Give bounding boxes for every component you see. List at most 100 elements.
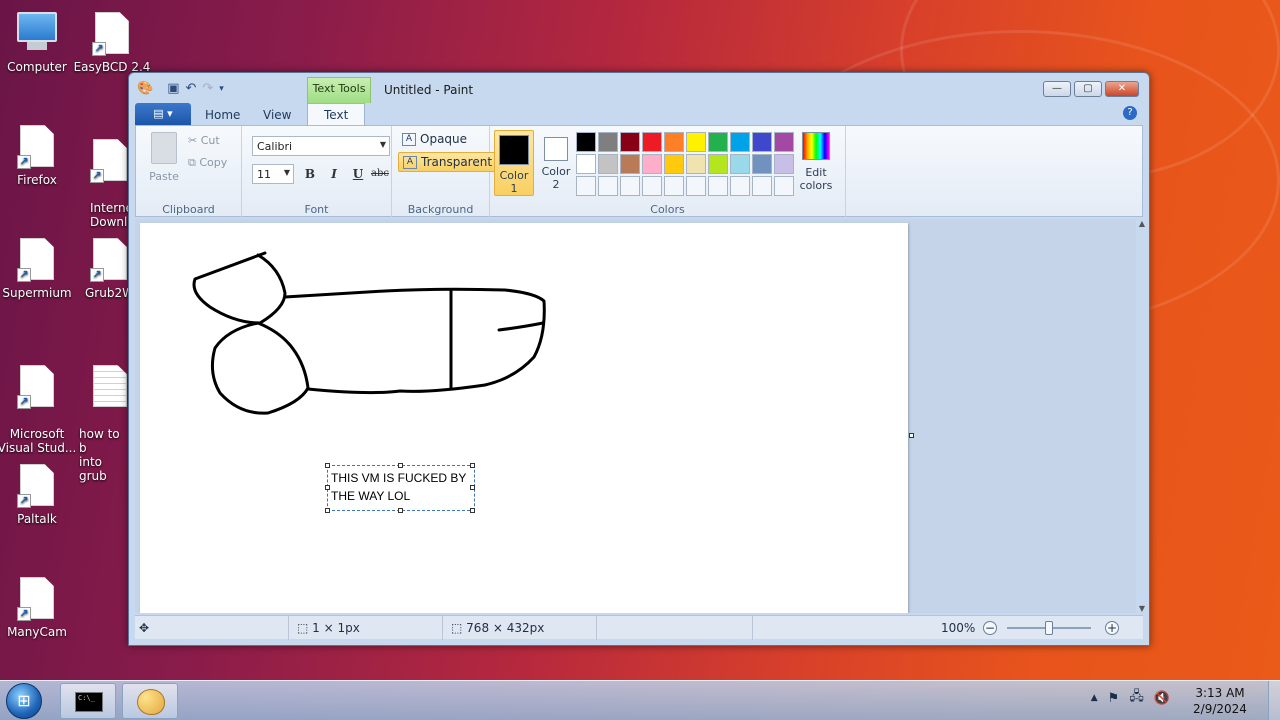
italic-button[interactable]: I [324, 164, 344, 184]
palette-swatch[interactable] [598, 154, 618, 174]
color1-button[interactable]: Color 1 [494, 130, 534, 196]
palette-swatch[interactable] [598, 176, 618, 196]
resize-handle[interactable] [398, 463, 403, 468]
bold-button[interactable]: B [300, 164, 320, 184]
palette-swatch[interactable] [642, 132, 662, 152]
title-bar[interactable]: 🎨 ▣ ↶ ↷ ▾ Text Tools Untitled - Paint — … [129, 73, 1149, 103]
cut-label: Cut [200, 134, 220, 147]
palette-swatch[interactable] [576, 176, 596, 196]
tab-view[interactable]: View [263, 106, 291, 125]
taskbar-cmd-button[interactable]: C:\_ [60, 683, 116, 719]
desktop-icon-computer[interactable]: Computer [0, 12, 77, 74]
resize-handle[interactable] [325, 463, 330, 468]
palette-swatch[interactable] [642, 154, 662, 174]
palette-swatch[interactable] [686, 176, 706, 196]
font-size-select[interactable]: 11 ▼ [252, 164, 294, 184]
palette-swatch[interactable] [730, 154, 750, 174]
zoom-slider-thumb[interactable] [1045, 621, 1053, 635]
tab-home[interactable]: Home [205, 106, 240, 125]
zoom-out-button[interactable]: − [983, 621, 997, 635]
palette-swatch[interactable] [752, 176, 772, 196]
palette-swatch[interactable] [774, 132, 794, 152]
scroll-down-icon[interactable]: ▼ [1135, 604, 1149, 613]
start-button[interactable]: ⊞ [6, 683, 42, 719]
resize-handle[interactable] [325, 485, 330, 490]
quick-access-toolbar: 🎨 ▣ ↶ ↷ ▾ [137, 81, 224, 96]
palette-swatch[interactable] [774, 154, 794, 174]
file-shortcut-icon: ↗ [90, 238, 128, 282]
desktop-icon-paltalk[interactable]: ↗ Paltalk [0, 464, 77, 526]
palette-swatch[interactable] [708, 154, 728, 174]
resize-handle[interactable] [470, 485, 475, 490]
paste-button[interactable]: Paste [144, 130, 184, 183]
clock[interactable]: 3:13 AM 2/9/2024 [1190, 685, 1250, 717]
desktop-icon-how-to-grub[interactable]: how to b into grub [72, 351, 128, 497]
palette-swatch[interactable] [686, 132, 706, 152]
resize-handle[interactable] [325, 508, 330, 513]
drawing-canvas[interactable]: THIS VM IS FUCKED BY THE WAY LOL [140, 223, 908, 613]
maximize-button[interactable]: ▢ [1074, 81, 1102, 97]
customize-qat-icon[interactable]: ▾ [219, 84, 224, 94]
show-desktop-button[interactable] [1268, 681, 1280, 720]
resize-handle[interactable] [470, 508, 475, 513]
palette-swatch[interactable] [708, 132, 728, 152]
minimize-button[interactable]: — [1043, 81, 1071, 97]
vertical-scrollbar[interactable]: ▲ ▼ [1135, 219, 1149, 613]
desktop-icon-internet-download[interactable]: ↗ Interne Downlo [72, 125, 128, 243]
palette-swatch[interactable] [620, 154, 640, 174]
color2-swatch [544, 137, 568, 161]
help-icon[interactable]: ? [1123, 106, 1137, 120]
strikethrough-button[interactable]: abc [370, 164, 390, 184]
palette-swatch[interactable] [664, 154, 684, 174]
palette-swatch[interactable] [752, 132, 772, 152]
palette-swatch[interactable] [730, 132, 750, 152]
paint-menu-button[interactable]: ▤ ▾ [135, 103, 191, 125]
desktop-icon-label: Computer [7, 60, 67, 74]
volume-muted-icon[interactable]: 🔇 [1154, 691, 1170, 706]
resize-handle[interactable] [470, 463, 475, 468]
palette-swatch[interactable] [642, 176, 662, 196]
close-button[interactable]: ✕ [1105, 81, 1139, 97]
transparent-button[interactable]: A Transparent [398, 152, 498, 172]
desktop-icon-supermium[interactable]: ↗ Supermium [0, 238, 77, 300]
underline-button[interactable]: U [348, 164, 368, 184]
palette-swatch[interactable] [576, 154, 596, 174]
desktop-icon-manycam[interactable]: ↗ ManyCam [0, 577, 77, 639]
cut-button[interactable]: ✂ Cut [188, 134, 220, 147]
redo-icon[interactable]: ↷ [202, 81, 213, 96]
desktop-icon-grub2win[interactable]: ↗ Grub2W [72, 238, 128, 300]
palette-swatch[interactable] [620, 176, 640, 196]
action-center-flag-icon[interactable]: ⚑ [1108, 691, 1120, 706]
network-icon[interactable]: 🖧 [1129, 687, 1144, 709]
opaque-button[interactable]: A Opaque [398, 130, 471, 150]
palette-swatch[interactable] [752, 154, 772, 174]
resize-handle[interactable] [398, 508, 403, 513]
palette-swatch[interactable] [708, 176, 728, 196]
desktop-icon-label: Interne Downlo [90, 201, 128, 229]
copy-button[interactable]: ⧉ Copy [188, 156, 227, 170]
text-box[interactable]: THIS VM IS FUCKED BY THE WAY LOL [327, 465, 475, 511]
desktop-icon-firefox[interactable]: ↗ Firefox [0, 125, 77, 187]
palette-swatch[interactable] [598, 132, 618, 152]
palette-swatch[interactable] [576, 132, 596, 152]
desktop-icon-easybcd[interactable]: ↗ EasyBCD 2.4 [72, 12, 152, 74]
undo-icon[interactable]: ↶ [185, 81, 196, 96]
font-family-select[interactable]: Calibri ▼ [252, 136, 390, 156]
canvas-resize-handle[interactable] [909, 433, 914, 438]
palette-swatch[interactable] [620, 132, 640, 152]
scroll-up-icon[interactable]: ▲ [1135, 219, 1149, 228]
edit-colors-button[interactable]: Edit colors [796, 130, 836, 192]
color2-button[interactable]: Color 2 [536, 130, 576, 191]
show-hidden-icons-icon[interactable]: ▲ [1091, 693, 1098, 703]
desktop-icon-visual-studio[interactable]: ↗ Microsoft Visual Stud... [0, 351, 77, 469]
save-icon[interactable]: ▣ [167, 81, 179, 96]
palette-swatch[interactable] [730, 176, 750, 196]
paint-app-icon[interactable]: 🎨 [137, 81, 153, 96]
palette-swatch[interactable] [664, 132, 684, 152]
palette-swatch[interactable] [664, 176, 684, 196]
palette-swatch[interactable] [774, 176, 794, 196]
taskbar-paint-button[interactable] [122, 683, 178, 719]
palette-swatch[interactable] [686, 154, 706, 174]
zoom-in-button[interactable]: + [1105, 621, 1119, 635]
tab-text[interactable]: Text [307, 103, 366, 126]
